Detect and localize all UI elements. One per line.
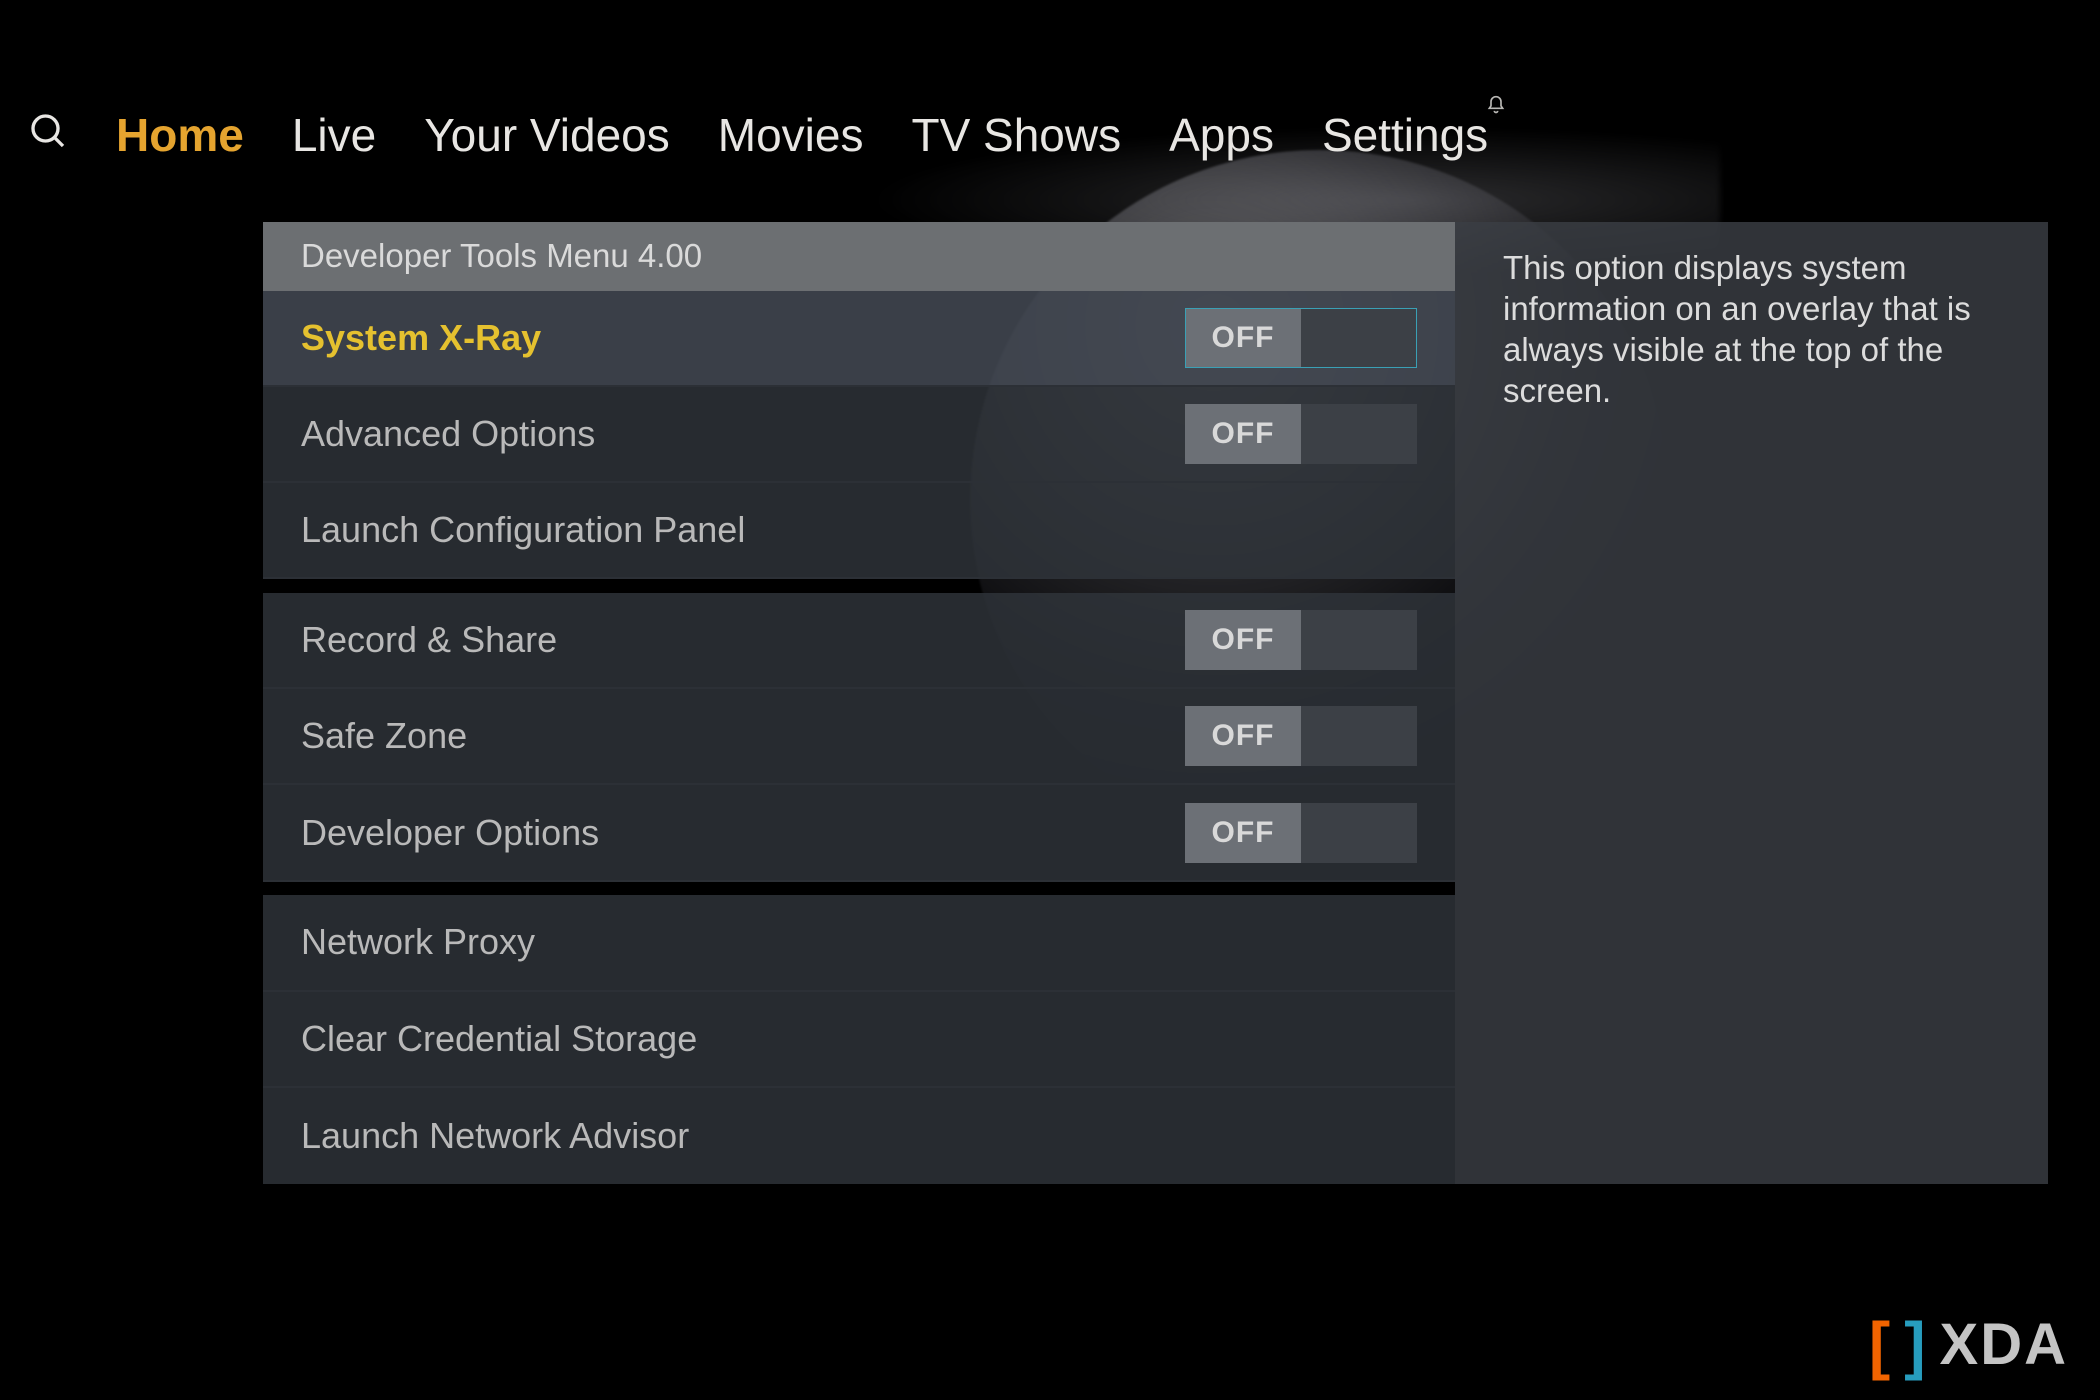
row-label: Launch Configuration Panel: [301, 509, 745, 551]
row-safe-zone[interactable]: Safe Zone OFF: [263, 689, 1455, 785]
row-clear-credential-storage[interactable]: Clear Credential Storage: [263, 992, 1455, 1088]
row-label: Network Proxy: [301, 921, 535, 963]
developer-tools-panel: Developer Tools Menu 4.00 System X-Ray O…: [263, 222, 2048, 1184]
row-launch-configuration-panel[interactable]: Launch Configuration Panel: [263, 483, 1455, 579]
row-developer-options[interactable]: Developer Options OFF: [263, 785, 1455, 881]
row-launch-network-advisor[interactable]: Launch Network Advisor: [263, 1088, 1455, 1184]
row-advanced-options[interactable]: Advanced Options OFF: [263, 387, 1455, 483]
notification-bell-icon: [1486, 72, 1506, 126]
toggle-safe-zone[interactable]: OFF: [1185, 706, 1417, 766]
nav-tv-shows[interactable]: TV Shows: [911, 108, 1121, 162]
toggle-empty: [1301, 404, 1417, 464]
info-text: This option displays system information …: [1503, 248, 2012, 412]
search-icon[interactable]: [28, 108, 68, 162]
toggle-record-share[interactable]: OFF: [1185, 610, 1417, 670]
nav-settings[interactable]: Settings: [1322, 108, 1488, 162]
nav-your-videos[interactable]: Your Videos: [424, 108, 670, 162]
row-label: Clear Credential Storage: [301, 1018, 697, 1060]
toggle-state: OFF: [1185, 308, 1301, 368]
toggle-empty: [1301, 706, 1417, 766]
info-panel: This option displays system information …: [1455, 222, 2048, 1184]
toggle-empty: [1301, 610, 1417, 670]
toggle-system-x-ray[interactable]: OFF: [1185, 308, 1417, 368]
row-label: System X-Ray: [301, 317, 541, 359]
watermark-text: XDA: [1940, 1311, 2068, 1378]
row-label: Record & Share: [301, 619, 557, 661]
toggle-state: OFF: [1185, 706, 1301, 766]
nav-home[interactable]: Home: [116, 108, 244, 162]
xda-watermark: [ ] XDA: [1869, 1311, 2068, 1378]
row-system-x-ray[interactable]: System X-Ray OFF: [263, 291, 1455, 387]
nav-movies[interactable]: Movies: [718, 108, 864, 162]
toggle-empty: [1301, 308, 1417, 368]
toggle-developer-options[interactable]: OFF: [1185, 803, 1417, 863]
menu-header: Developer Tools Menu 4.00: [263, 222, 1455, 291]
menu-header-label: Developer Tools Menu 4.00: [301, 237, 702, 275]
toggle-state: OFF: [1185, 610, 1301, 670]
toggle-advanced-options[interactable]: OFF: [1185, 404, 1417, 464]
row-network-proxy[interactable]: Network Proxy: [263, 895, 1455, 991]
bracket-right-icon: ]: [1904, 1313, 1925, 1377]
row-label: Safe Zone: [301, 715, 467, 757]
row-record-and-share[interactable]: Record & Share OFF: [263, 593, 1455, 689]
nav-apps[interactable]: Apps: [1169, 108, 1274, 162]
menu-column: Developer Tools Menu 4.00 System X-Ray O…: [263, 222, 1455, 1184]
nav-settings-label: Settings: [1322, 109, 1488, 161]
bracket-left-icon: [: [1869, 1313, 1890, 1377]
top-nav: Home Live Your Videos Movies TV Shows Ap…: [28, 108, 2060, 162]
row-label: Launch Network Advisor: [301, 1115, 689, 1157]
toggle-state: OFF: [1185, 404, 1301, 464]
toggle-state: OFF: [1185, 803, 1301, 863]
nav-live[interactable]: Live: [292, 108, 376, 162]
row-label: Advanced Options: [301, 413, 595, 455]
toggle-empty: [1301, 803, 1417, 863]
row-label: Developer Options: [301, 812, 599, 854]
section-divider: [263, 882, 1455, 896]
section-divider: [263, 579, 1455, 593]
